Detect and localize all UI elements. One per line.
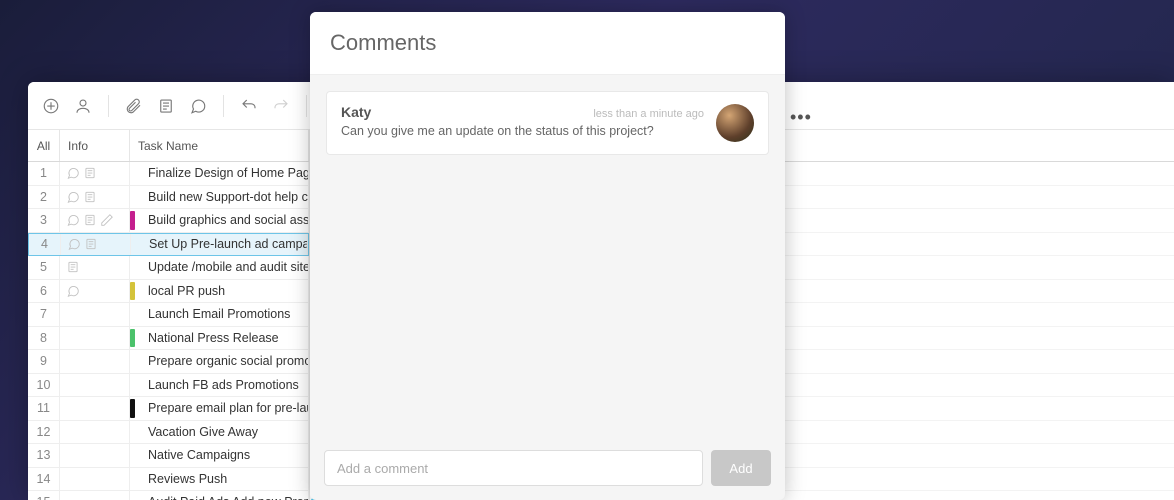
task-row[interactable]: 1 Finalize Design of Home Page: [28, 162, 309, 186]
row-info: [60, 327, 130, 350]
row-number: 13: [28, 444, 60, 467]
row-info: [60, 468, 130, 491]
row-info: [60, 186, 130, 209]
task-name-cell[interactable]: local PR push: [130, 280, 309, 303]
task-name-cell[interactable]: Set Up Pre-launch ad campaig: [131, 234, 308, 256]
task-row[interactable]: 8 National Press Release: [28, 327, 309, 351]
row-info: [60, 421, 130, 444]
row-number: 2: [28, 186, 60, 209]
task-row[interactable]: 6 local PR push: [28, 280, 309, 304]
comments-title: Comments: [310, 12, 785, 75]
row-info: [60, 491, 130, 500]
comment-icon[interactable]: [187, 95, 209, 117]
row-number: 4: [29, 234, 61, 256]
row-number: 9: [28, 350, 60, 373]
row-info: [60, 303, 130, 326]
comment-icon[interactable]: [66, 190, 80, 204]
note-icon[interactable]: [155, 95, 177, 117]
task-row[interactable]: 9 Prepare organic social promot: [28, 350, 309, 374]
more-icon[interactable]: •••: [790, 107, 812, 128]
task-row[interactable]: 5 Update /mobile and audit site: [28, 256, 309, 280]
row-info: [60, 162, 130, 185]
task-row[interactable]: 12 Vacation Give Away: [28, 421, 309, 445]
row-info: [60, 374, 130, 397]
edit-icon[interactable]: [100, 213, 114, 227]
task-name-cell[interactable]: Reviews Push: [130, 468, 309, 491]
row-number: 3: [28, 209, 60, 232]
comment-card: Katy less than a minute ago Can you give…: [326, 91, 769, 155]
col-all[interactable]: All: [28, 130, 60, 161]
task-row[interactable]: 7 Launch Email Promotions: [28, 303, 309, 327]
task-row[interactable]: 11 Prepare email plan for pre-lau: [28, 397, 309, 421]
task-name-cell[interactable]: Launch FB ads Promotions: [130, 374, 309, 397]
redo-icon[interactable]: [270, 95, 292, 117]
task-name-cell[interactable]: Vacation Give Away: [130, 421, 309, 444]
task-name-cell[interactable]: Build graphics and social asse: [130, 209, 309, 232]
task-name-cell[interactable]: Finalize Design of Home Page: [130, 162, 309, 185]
task-name-cell[interactable]: National Press Release: [130, 327, 309, 350]
col-task-name[interactable]: Task Name: [130, 130, 309, 161]
row-number: 1: [28, 162, 60, 185]
note-icon[interactable]: [83, 190, 97, 204]
person-icon[interactable]: [72, 95, 94, 117]
grid-header: All Info Task Name: [28, 130, 309, 162]
comment-icon[interactable]: [66, 166, 80, 180]
task-grid: All Info Task Name 1 Finalize Design of …: [28, 130, 310, 500]
note-icon[interactable]: [66, 260, 80, 274]
task-row[interactable]: 13 Native Campaigns: [28, 444, 309, 468]
note-icon[interactable]: [83, 166, 97, 180]
task-name-cell[interactable]: Prepare email plan for pre-lau: [130, 397, 309, 420]
comment-icon[interactable]: [66, 284, 80, 298]
task-row[interactable]: 3 Build graphics and social asse: [28, 209, 309, 233]
note-icon[interactable]: [83, 213, 97, 227]
row-number: 11: [28, 397, 60, 420]
note-icon[interactable]: [84, 237, 98, 251]
add-icon[interactable]: [40, 95, 62, 117]
attachment-icon[interactable]: [123, 95, 145, 117]
task-name-cell[interactable]: Update /mobile and audit site: [130, 256, 309, 279]
task-row[interactable]: 4 Set Up Pre-launch ad campaig: [28, 233, 309, 257]
comment-icon[interactable]: [66, 213, 80, 227]
row-number: 8: [28, 327, 60, 350]
avatar[interactable]: [716, 104, 754, 142]
comment-body: Can you give me an update on the status …: [341, 124, 704, 138]
row-info: [60, 444, 130, 467]
row-info: [60, 350, 130, 373]
row-info: [61, 234, 131, 256]
row-number: 7: [28, 303, 60, 326]
row-info: [60, 209, 130, 232]
row-info: [60, 256, 130, 279]
row-number: 12: [28, 421, 60, 444]
undo-icon[interactable]: [238, 95, 260, 117]
task-name-cell[interactable]: Audit Paid Ads Add new Prom: [130, 491, 309, 500]
task-name-cell[interactable]: Build new Support-dot help ce: [130, 186, 309, 209]
col-info[interactable]: Info: [60, 130, 130, 161]
row-number: 10: [28, 374, 60, 397]
row-info: [60, 397, 130, 420]
comment-time: less than a minute ago: [593, 108, 704, 120]
task-name-cell[interactable]: Launch Email Promotions: [130, 303, 309, 326]
task-name-cell[interactable]: Native Campaigns: [130, 444, 309, 467]
task-row[interactable]: 14 Reviews Push: [28, 468, 309, 492]
row-number: 6: [28, 280, 60, 303]
task-row[interactable]: 15 Audit Paid Ads Add new Prom: [28, 491, 309, 500]
comment-input[interactable]: [324, 450, 703, 486]
task-row[interactable]: 2 Build new Support-dot help ce: [28, 186, 309, 210]
row-info: [60, 280, 130, 303]
comment-input-row: Add: [310, 436, 785, 500]
comments-panel: Comments Katy less than a minute ago Can…: [310, 12, 785, 500]
comment-icon[interactable]: [67, 237, 81, 251]
row-number: 5: [28, 256, 60, 279]
task-name-cell[interactable]: Prepare organic social promot: [130, 350, 309, 373]
row-number: 14: [28, 468, 60, 491]
add-comment-button[interactable]: Add: [711, 450, 771, 486]
task-row[interactable]: 10 Launch FB ads Promotions: [28, 374, 309, 398]
row-number: 15: [28, 491, 60, 500]
comment-author: Katy: [341, 104, 371, 120]
